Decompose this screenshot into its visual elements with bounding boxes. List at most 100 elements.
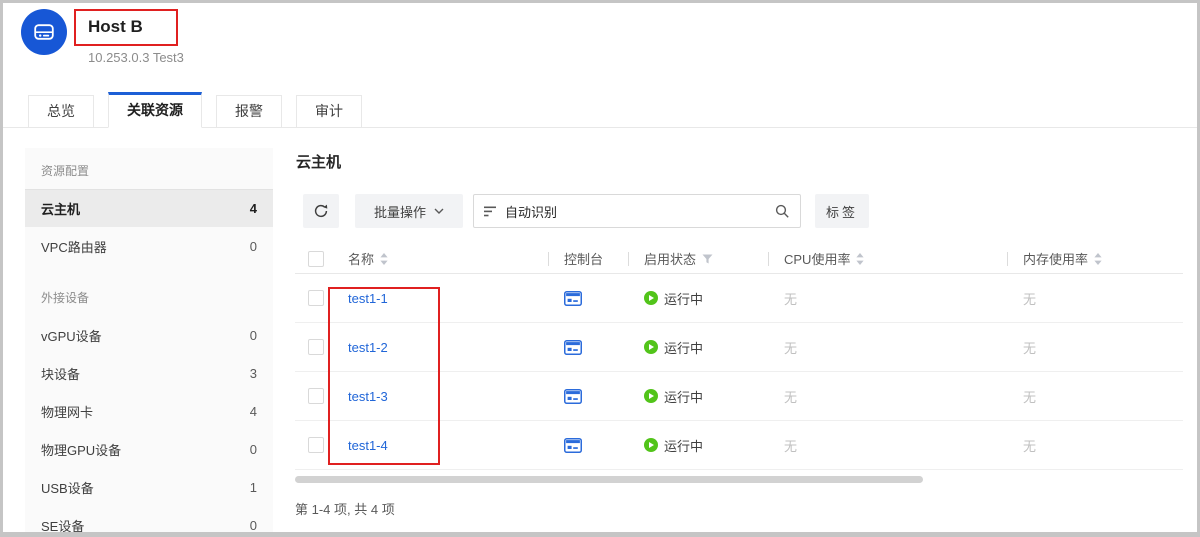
bulk-actions-button[interactable]: 批量操作 [355, 194, 463, 228]
sidebar-item-count: 1 [250, 480, 257, 495]
console-icon[interactable] [564, 291, 582, 306]
filter-icon[interactable] [702, 254, 713, 264]
memory-usage-value: 无 [1023, 436, 1036, 455]
memory-usage-value: 无 [1023, 338, 1036, 357]
tab-alerts[interactable]: 报警 [216, 95, 282, 128]
main-panel: 云主机 批量操作 自动识别 [295, 143, 1183, 518]
sidebar-group-resource-config: 资源配置 [25, 148, 273, 189]
row-checkbox[interactable] [308, 339, 324, 355]
column-divider [1007, 252, 1008, 266]
status-running-icon [644, 389, 658, 403]
table-row: test1-3 运行中 无 无 [295, 372, 1183, 421]
sidebar-item-count: 0 [250, 518, 257, 533]
sidebar-item-vgpu[interactable]: vGPU设备 0 [25, 316, 273, 354]
cpu-usage-value: 无 [784, 289, 797, 308]
vm-name-link[interactable]: test1-4 [348, 438, 388, 453]
search-input[interactable]: 自动识别 [473, 194, 801, 228]
tab-bar: 总览 关联资源 报警 审计 [3, 92, 1197, 128]
tag-button-label: 标签 [826, 202, 858, 221]
page-title: Host B [88, 17, 143, 37]
host-avatar [21, 9, 67, 55]
resource-sidebar: 资源配置 云主机 4 VPC路由器 0 外接设备 vGPU设备 0 块设备 3 … [25, 148, 273, 532]
tab-overview[interactable]: 总览 [28, 95, 94, 128]
column-header-console: 控制台 [564, 249, 603, 268]
sort-icon[interactable] [1094, 253, 1102, 265]
vm-name-link[interactable]: test1-3 [348, 389, 388, 404]
table-header: 名称 控制台 启用状态 CPU使用率 [295, 244, 1183, 274]
console-icon[interactable] [564, 438, 582, 453]
row-checkbox[interactable] [308, 388, 324, 404]
host-drive-icon [32, 20, 56, 44]
chevron-down-icon [434, 208, 444, 214]
sidebar-item-physical-gpu[interactable]: 物理GPU设备 0 [25, 430, 273, 468]
sort-icon[interactable] [380, 253, 388, 265]
pagination-summary: 第 1-4 项, 共 4 项 [295, 499, 1183, 518]
sidebar-item-vpc-router[interactable]: VPC路由器 0 [25, 227, 273, 265]
column-header-name[interactable]: 名称 [348, 249, 374, 268]
memory-usage-value: 无 [1023, 387, 1036, 406]
tag-button[interactable]: 标签 [815, 194, 869, 228]
sidebar-item-label: SE设备 [41, 516, 84, 535]
section-title: 云主机 [296, 151, 1183, 172]
cpu-usage-value: 无 [784, 338, 797, 357]
sidebar-item-count: 4 [250, 404, 257, 419]
sidebar-item-block-device[interactable]: 块设备 3 [25, 354, 273, 392]
status-label: 运行中 [664, 436, 703, 455]
status-running-icon [644, 438, 658, 452]
host-detail-page: Host B 10.253.0.3 Test3 总览 关联资源 报警 审计 资源… [0, 0, 1200, 537]
sidebar-item-count: 3 [250, 366, 257, 381]
status-label: 运行中 [664, 338, 703, 357]
sidebar-item-count: 0 [250, 442, 257, 457]
sidebar-item-count: 0 [250, 239, 257, 254]
sidebar-item-count: 0 [250, 328, 257, 343]
sidebar-item-usb[interactable]: USB设备 1 [25, 468, 273, 506]
vm-name-link[interactable]: test1-2 [348, 340, 388, 355]
toolbar: 批量操作 自动识别 标签 [303, 194, 1183, 228]
tab-audit[interactable]: 审计 [296, 95, 362, 128]
status-label: 运行中 [664, 387, 703, 406]
sidebar-item-physical-nic[interactable]: 物理网卡 4 [25, 392, 273, 430]
refresh-icon [313, 203, 329, 219]
sidebar-item-label: 物理GPU设备 [41, 440, 121, 459]
select-all-checkbox[interactable] [308, 251, 324, 267]
status-running-icon [644, 291, 658, 305]
search-mode-label: 自动识别 [505, 202, 775, 221]
sidebar-item-label: vGPU设备 [41, 326, 102, 345]
sidebar-group-external-devices: 外接设备 [25, 265, 273, 316]
sort-icon[interactable] [856, 253, 864, 265]
vm-name-link[interactable]: test1-1 [348, 291, 388, 306]
console-icon[interactable] [564, 389, 582, 404]
search-icon[interactable] [775, 204, 790, 219]
sidebar-item-label: VPC路由器 [41, 237, 107, 256]
bulk-actions-label: 批量操作 [374, 202, 426, 221]
sidebar-item-count: 4 [250, 201, 257, 216]
column-divider [628, 252, 629, 266]
column-header-memory[interactable]: 内存使用率 [1023, 249, 1088, 268]
row-checkbox[interactable] [308, 290, 324, 306]
table-row: test1-2 运行中 无 无 [295, 323, 1183, 372]
filter-lines-icon [484, 206, 497, 217]
column-header-cpu[interactable]: CPU使用率 [784, 249, 850, 268]
status-running-icon [644, 340, 658, 354]
page-subtitle: 10.253.0.3 Test3 [88, 50, 184, 65]
table-row: test1-1 运行中 无 无 [295, 274, 1183, 323]
row-checkbox[interactable] [308, 437, 324, 453]
table-row: test1-4 运行中 无 无 [295, 421, 1183, 470]
sidebar-item-label: 物理网卡 [41, 402, 93, 421]
sidebar-item-vm[interactable]: 云主机 4 [25, 189, 273, 227]
cpu-usage-value: 无 [784, 436, 797, 455]
cpu-usage-value: 无 [784, 387, 797, 406]
column-header-status[interactable]: 启用状态 [644, 249, 696, 268]
sidebar-item-label: USB设备 [41, 478, 94, 497]
column-divider [768, 252, 769, 266]
sidebar-item-label: 云主机 [41, 199, 80, 218]
horizontal-scrollbar-thumb[interactable] [295, 476, 923, 483]
memory-usage-value: 无 [1023, 289, 1036, 308]
status-label: 运行中 [664, 289, 703, 308]
tab-related-resources[interactable]: 关联资源 [108, 92, 202, 128]
sidebar-item-se[interactable]: SE设备 0 [25, 506, 273, 537]
sidebar-item-label: 块设备 [41, 364, 80, 383]
horizontal-scrollbar-track [295, 476, 1183, 483]
refresh-button[interactable] [303, 194, 339, 228]
console-icon[interactable] [564, 340, 582, 355]
